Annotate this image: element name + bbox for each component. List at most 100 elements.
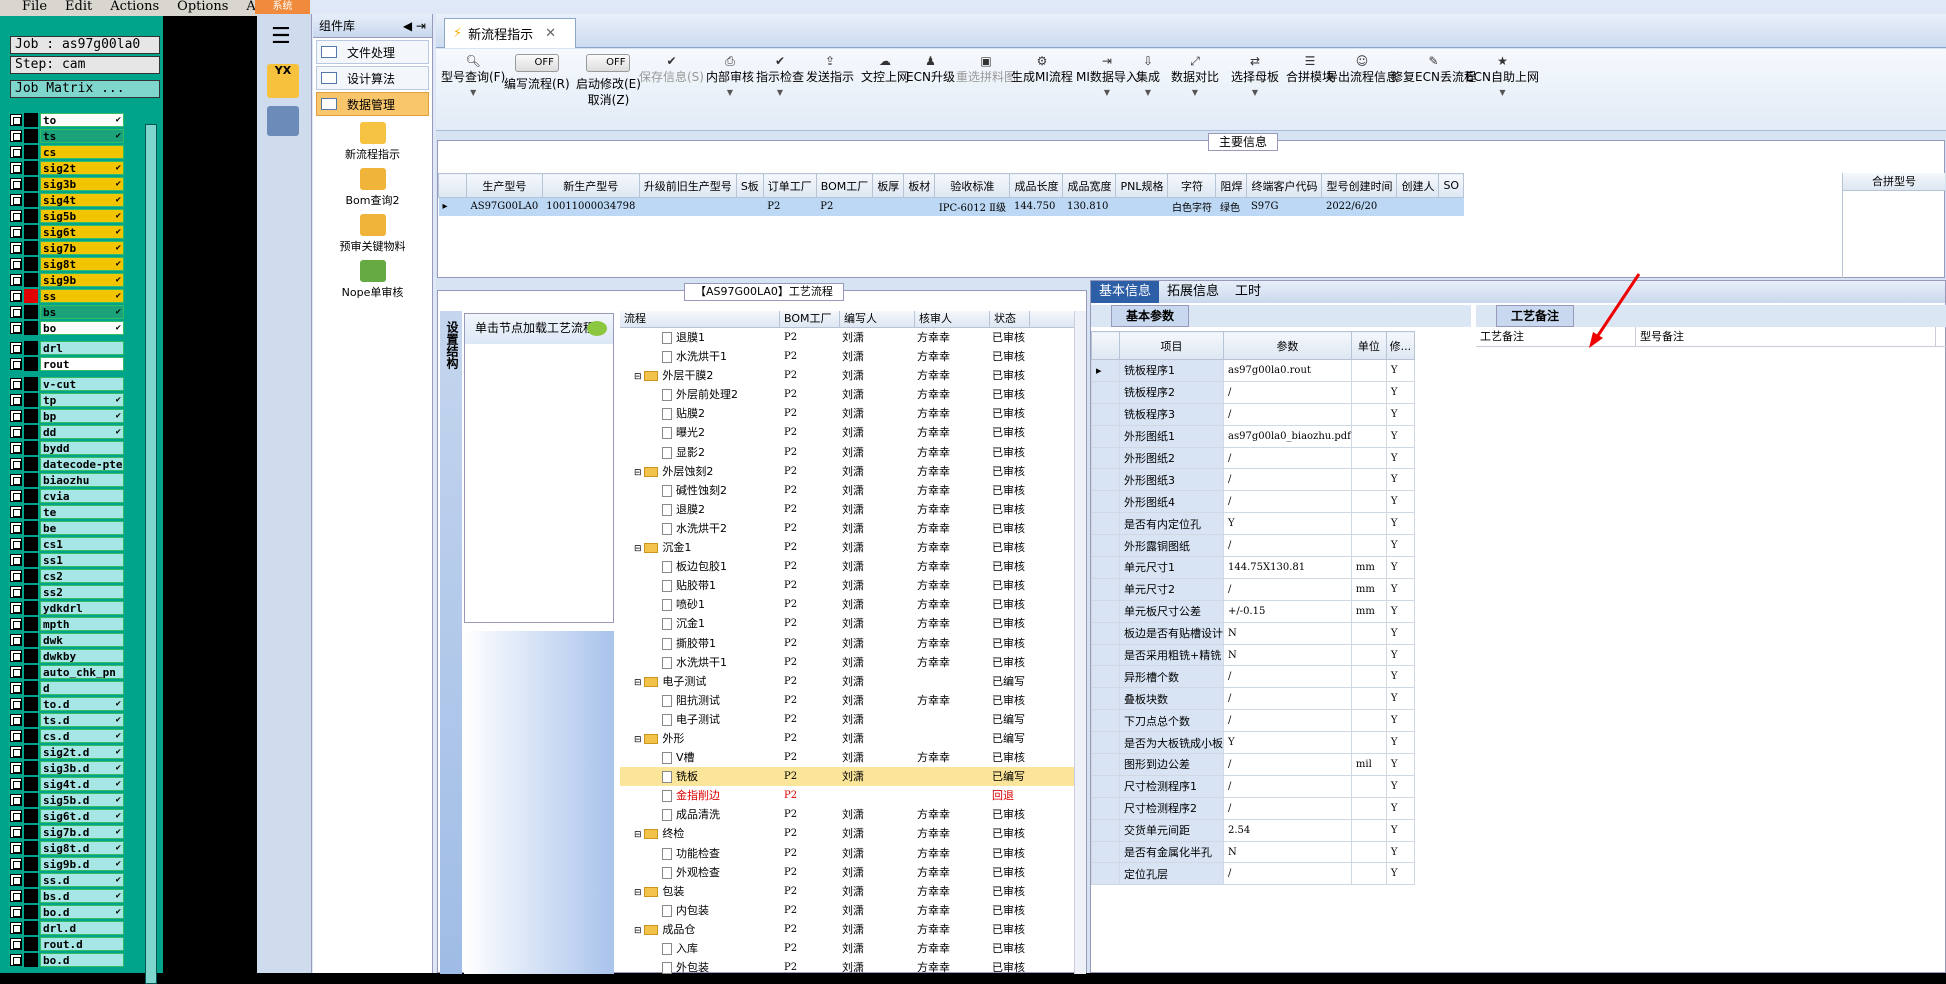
param-cell[interactable]: N [1223,621,1352,645]
tree-row[interactable]: ⊟ 沉金1 P2 刘潇 方幸幸 已审核 [620,538,1086,557]
layer-name[interactable]: auto_chk_pn [40,665,124,679]
craft-remark-tab[interactable]: 工艺备注 [1496,305,1575,327]
param-cell[interactable]: / [1223,468,1352,492]
column-header[interactable]: 新生产型号 [541,173,640,198]
tree-row[interactable]: ⊟ 成品仓 P2 刘潇 方幸幸 已审核 [620,920,1086,939]
tree-row[interactable]: 铣板 P2 刘潇 已编写 [620,767,1086,787]
layer-row[interactable]: sig5b.d ✔ [10,792,132,808]
layer-row[interactable]: drl [10,340,132,356]
layer-row[interactable]: mpth [10,616,132,632]
layer-name[interactable]: bo.d ✔ [40,905,124,919]
param-row[interactable]: 单元尺寸1 144.75X130.81 mm Y [1091,556,1415,579]
tree-node[interactable]: 碱性蚀刻2 [620,481,780,500]
param-row[interactable]: 下刀点总个数 / Y [1091,709,1415,733]
toolbar-button[interactable]: ☁ 文控上网 [861,53,909,85]
tree-node[interactable]: 外包装 [620,958,780,974]
param-row[interactable]: 单元尺寸2/mm Y [1091,577,1415,601]
param-row[interactable]: 板边是否有贴槽设计 N Y [1091,621,1415,645]
component-item[interactable]: 设计算法 [316,66,429,90]
tree-row[interactable]: 贴膜2 P2 刘潇 方幸幸 已审核 [620,404,1086,423]
column-header[interactable]: 成品宽度 [1062,173,1117,198]
layer-name[interactable]: sig7b.d ✔ [40,825,124,839]
layer-checkbox[interactable] [10,474,22,486]
layer-checkbox[interactable] [10,826,22,838]
tree-node[interactable]: 铣板 [620,767,780,786]
tree-node[interactable]: ⊟ 包装 [620,882,780,901]
toggle-switch[interactable]: OFF [576,53,641,72]
layer-name[interactable]: to.d ✔ [40,697,124,711]
layer-checkbox[interactable] [10,378,22,390]
toolbar-button[interactable]: ⇄ 选择母板 ▼ [1231,53,1279,101]
tree-row[interactable]: 阻抗测试 P2 刘潇 方幸幸 已审核 [620,691,1086,710]
tree-node[interactable]: ⊟ 成品仓 [620,920,780,939]
layer-name[interactable]: datecode-pte [40,457,124,471]
layer-name[interactable]: bs ✔ [40,305,124,319]
param-row[interactable]: 定位孔层 / Y [1091,862,1415,886]
layer-row[interactable]: ss1 [10,552,132,568]
layer-row[interactable]: rout.d [10,936,132,952]
job-matrix-button[interactable]: Job Matrix ... [10,80,160,98]
layer-checkbox[interactable] [10,730,22,742]
layer-name[interactable]: sig4t.d ✔ [40,777,124,791]
layer-row[interactable]: rout [10,356,132,372]
param-cell[interactable]: / [1223,709,1352,733]
table-cell[interactable]: S97G [1246,197,1322,216]
tree-row[interactable]: 碱性蚀刻2 P2 刘潇 方幸幸 已审核 [620,481,1086,500]
layer-name[interactable]: cs2 [40,569,124,583]
layer-row[interactable]: datecode-pte [10,456,132,472]
close-icon[interactable]: ✕ [545,26,556,41]
toolbar-button[interactable]: OFF 编写流程(R) [504,53,570,92]
table-cell[interactable] [639,197,737,216]
tree-row[interactable]: 喷砂1 P2 刘潇 方幸幸 已审核 [620,595,1086,614]
collapse-icon[interactable]: ⊟ [634,888,644,898]
column-header[interactable]: 板材 [903,173,936,198]
info-tab[interactable]: 基本信息 [1091,281,1160,303]
chevron-down-icon[interactable]: ▼ [1171,85,1219,101]
toolbar-button[interactable]: ☺ 导出流程信息 [1326,53,1398,85]
tree-node[interactable]: ⊟ 外层干膜2 [620,366,780,385]
param-row[interactable]: 尺寸检测程序2/ Y [1091,796,1415,820]
tree-node[interactable]: ⊟ 外层蚀刻2 [620,462,780,481]
tree-row[interactable]: ⊟ 外层干膜2 P2 刘潇 方幸幸 已审核 [620,366,1086,385]
chevron-down-icon[interactable]: ▼ [1136,85,1160,101]
tree-row[interactable]: 退膜1 P2 刘潇 方幸幸 已审核 [620,328,1086,347]
toolbar-button[interactable]: ✔ 指示检查 ▼ [756,53,804,101]
layer-row[interactable]: bo.d [10,952,132,968]
toolbar-button[interactable]: ⎙ 内部审核 ▼ [706,53,754,101]
table-cell[interactable]: 144.750 [1009,197,1063,216]
layer-checkbox[interactable] [10,538,22,550]
tree-node[interactable]: 板边包胶1 [620,557,780,576]
layer-name[interactable]: drl.d [40,921,124,935]
tree-row[interactable]: 板边包胶1 P2 刘潇 方幸幸 已审核 [620,557,1086,576]
tree-node[interactable]: ⊟ 沉金1 [620,538,780,557]
column-header[interactable]: 阻焊 [1215,173,1248,198]
layer-name[interactable]: sig7b ✔ [40,241,124,255]
param-cell[interactable]: +/-0.15 [1223,599,1352,623]
layer-checkbox[interactable] [10,522,22,534]
layer-row[interactable]: sig6t ✔ [10,224,132,240]
layer-checkbox[interactable] [10,698,22,710]
layer-checkbox[interactable] [10,506,22,518]
layer-scrollbar[interactable] [145,124,157,984]
layer-checkbox[interactable] [10,178,22,190]
tree-node[interactable]: 贴膜2 [620,404,780,423]
chevron-down-icon[interactable]: ▼ [706,85,754,101]
param-cell[interactable]: / [1223,490,1352,514]
table-cell[interactable] [1115,197,1168,216]
info-tab[interactable]: 工时 [1227,281,1269,303]
layer-checkbox[interactable] [10,746,22,758]
layer-name[interactable]: cvia [40,489,124,503]
param-cell[interactable]: / [1223,446,1352,470]
param-cell[interactable]: / [1223,796,1352,820]
layer-name[interactable]: sig8t ✔ [40,257,124,271]
tree-row[interactable]: 显影2 P2 刘潇 方幸幸 已审核 [620,443,1086,462]
collapse-icon[interactable]: ⊟ [634,830,644,840]
tab-new-process[interactable]: ⚡ 新流程指示 ✕ [444,18,576,48]
layer-name[interactable]: tp ✔ [40,393,124,407]
tree-row[interactable]: 曝光2 P2 刘潇 方幸幸 已审核 [620,423,1086,442]
layer-row[interactable]: sig8t.d ✔ [10,840,132,856]
layer-row[interactable]: cs2 [10,568,132,584]
layer-name[interactable]: ss ✔ [40,289,124,303]
layer-checkbox[interactable] [10,906,22,918]
param-row[interactable]: 外形露铜图纸 / Y [1091,534,1415,558]
